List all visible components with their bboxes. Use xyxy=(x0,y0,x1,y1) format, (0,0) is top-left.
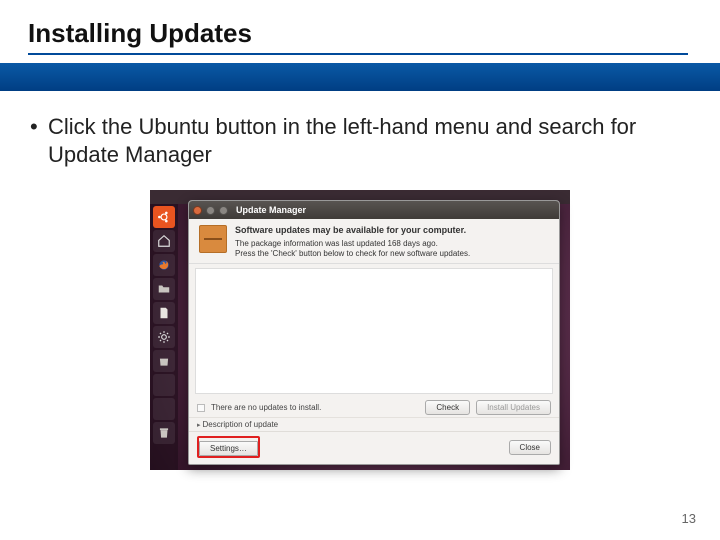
update-manager-window: Update Manager Software updates may be a… xyxy=(188,200,560,465)
settings-button[interactable]: Settings… xyxy=(199,441,258,456)
ubuntu-logo-icon xyxy=(157,210,171,224)
accent-band xyxy=(0,63,720,91)
update-header: Software updates may be available for yo… xyxy=(189,219,559,264)
update-sub1: The package information was last updated… xyxy=(235,239,470,249)
minimize-icon[interactable] xyxy=(206,206,215,215)
ubuntu-screenshot: Update Manager Software updates may be a… xyxy=(150,190,570,470)
launcher-generic-icon[interactable] xyxy=(153,374,175,396)
package-box-icon xyxy=(199,225,227,253)
launcher-software-icon[interactable] xyxy=(153,350,175,372)
update-header-text: Software updates may be available for yo… xyxy=(235,225,470,259)
slide: Installing Updates • Click the Ubuntu bu… xyxy=(0,0,720,540)
title-area: Installing Updates xyxy=(0,0,720,63)
bag-icon xyxy=(157,354,171,368)
settings-highlight: Settings… xyxy=(197,436,260,458)
close-button[interactable]: Close xyxy=(509,440,551,455)
description-label: Description of update xyxy=(203,420,279,429)
window-title: Update Manager xyxy=(236,205,306,215)
checkbox-icon[interactable] xyxy=(197,404,205,412)
document-icon xyxy=(157,306,171,320)
launcher-files-icon[interactable] xyxy=(153,278,175,300)
chevron-right-icon: ▸ xyxy=(197,421,201,429)
launcher-firefox-icon[interactable] xyxy=(153,254,175,276)
launcher-trash-icon[interactable] xyxy=(153,422,175,444)
window-titlebar[interactable]: Update Manager xyxy=(189,201,559,219)
gear-icon xyxy=(157,330,171,344)
unity-launcher xyxy=(150,204,178,470)
description-toggle[interactable]: ▸Description of update xyxy=(189,417,559,431)
launcher-generic2-icon[interactable] xyxy=(153,398,175,420)
bullet-text: Click the Ubuntu button in the left-hand… xyxy=(48,113,690,168)
install-updates-button: Install Updates xyxy=(476,400,551,415)
maximize-icon[interactable] xyxy=(219,206,228,215)
update-heading: Software updates may be available for yo… xyxy=(235,225,470,237)
status-text: There are no updates to install. xyxy=(211,403,321,412)
status-row: There are no updates to install. Check I… xyxy=(189,398,559,417)
window-footer: Settings… Close xyxy=(189,431,559,464)
launcher-settings-icon[interactable] xyxy=(153,326,175,348)
trash-icon xyxy=(157,426,171,440)
bullet-item: • Click the Ubuntu button in the left-ha… xyxy=(30,113,690,168)
slide-title: Installing Updates xyxy=(28,18,688,55)
bullet-dot: • xyxy=(30,113,48,168)
firefox-icon xyxy=(157,258,171,272)
check-button[interactable]: Check xyxy=(425,400,470,415)
home-icon xyxy=(157,234,171,248)
launcher-home-icon[interactable] xyxy=(153,230,175,252)
launcher-docs-icon[interactable] xyxy=(153,302,175,324)
updates-list[interactable] xyxy=(195,268,553,394)
ubuntu-dash-icon[interactable] xyxy=(153,206,175,228)
folder-icon xyxy=(157,282,171,296)
update-sub2: Press the 'Check' button below to check … xyxy=(235,249,470,259)
close-icon[interactable] xyxy=(193,206,202,215)
page-number: 13 xyxy=(682,511,696,526)
bullet-area: • Click the Ubuntu button in the left-ha… xyxy=(0,91,720,168)
